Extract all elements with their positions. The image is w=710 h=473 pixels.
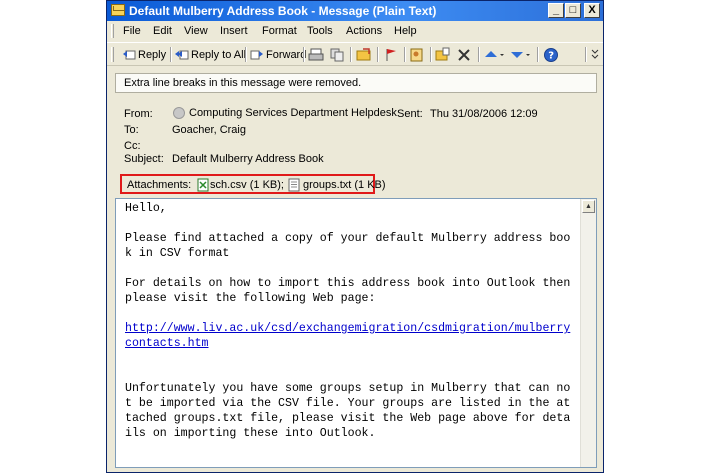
menu-insert[interactable]: Insert: [220, 25, 248, 37]
info-bar[interactable]: Extra line breaks in this message were r…: [115, 73, 597, 93]
menu-view[interactable]: View: [184, 25, 208, 37]
cc-label: Cc:: [124, 140, 141, 152]
toolbar-separator: [350, 47, 352, 62]
address-book-button[interactable]: [409, 46, 425, 63]
subject-value: Default Mulberry Address Book: [172, 153, 324, 165]
from-name: Computing Services Department Helpdesk: [189, 107, 397, 119]
envelope-icon: [111, 4, 125, 16]
help-icon: ?: [544, 47, 558, 62]
restore-button[interactable]: □: [565, 3, 581, 18]
previous-item-button[interactable]: [484, 46, 506, 63]
toolbar-separator: [430, 47, 432, 62]
message-body[interactable]: Hello, Please find attached a copy of yo…: [115, 198, 597, 468]
csv-file-icon: [197, 178, 209, 192]
reply-icon: [122, 48, 136, 62]
toolbar-grip[interactable]: [111, 47, 114, 62]
move-to-folder-button[interactable]: [356, 46, 372, 63]
presence-icon: [173, 107, 185, 119]
copy-button[interactable]: [329, 46, 345, 63]
message-body-text: Hello, Please find attached a copy of yo…: [125, 201, 577, 441]
attachment-csv-name: sch.csv (1 KB);: [210, 179, 284, 191]
reply-all-label: Reply to All: [191, 48, 247, 61]
scroll-up-arrow[interactable]: ▲: [582, 200, 595, 213]
toolbar-separator: [245, 47, 247, 62]
to-label: To:: [124, 124, 139, 136]
forward-label: Forward: [266, 48, 307, 61]
menu-edit[interactable]: Edit: [153, 25, 172, 37]
sent-value: Thu 31/08/2006 12:09: [430, 108, 538, 120]
message-window: Default Mulberry Address Book - Message …: [106, 0, 604, 473]
body-paragraph: Please find attached a copy of your defa…: [125, 232, 571, 260]
menu-bar: File Edit View Insert Format Tools Actio…: [107, 21, 603, 41]
help-button[interactable]: ?: [543, 46, 559, 63]
attachment-txt-name: groups.txt (1 KB): [303, 179, 386, 191]
flag-icon: [386, 48, 396, 61]
standard-toolbar: Reply Reply to All Forward ?: [107, 42, 603, 66]
body-paragraph: For details on how to import this addres…: [125, 277, 578, 305]
printer-icon: [308, 48, 324, 60]
reply-all-icon: [175, 48, 189, 62]
flag-button[interactable]: [383, 46, 399, 63]
to-value[interactable]: Goacher, Craig: [172, 124, 246, 136]
attachments-highlight: Attachments: sch.csv (1 KB); groups.txt …: [120, 174, 386, 194]
next-item-button[interactable]: [510, 46, 532, 63]
text-file-icon: [288, 178, 300, 192]
delete-button[interactable]: [456, 46, 472, 63]
toolbar-options-button[interactable]: [591, 46, 599, 63]
reply-button[interactable]: Reply: [122, 46, 166, 63]
from-label: From:: [124, 108, 153, 120]
menu-tools[interactable]: Tools: [307, 25, 333, 37]
up-arrow-icon: [485, 50, 504, 57]
forward-icon: [250, 48, 264, 62]
toolbar-separator: [404, 47, 406, 62]
body-paragraph: Unfortunately you have some groups setup…: [125, 382, 571, 440]
sent-label: Sent:: [397, 108, 423, 120]
title-bar[interactable]: Default Mulberry Address Book - Message …: [107, 1, 603, 21]
address-book-icon: [410, 48, 423, 61]
window-title: Default Mulberry Address Book - Message …: [129, 4, 437, 18]
forward-button[interactable]: Forward: [250, 46, 306, 63]
attachments-label: Attachments:: [127, 179, 192, 191]
down-arrow-icon: [511, 51, 530, 58]
attachment-csv[interactable]: sch.csv (1 KB);: [197, 178, 284, 192]
toolbar-options-icon: [591, 49, 599, 59]
reply-all-button[interactable]: Reply to All: [175, 46, 246, 63]
toolbar-separator: [377, 47, 379, 62]
minimize-button[interactable]: _: [548, 3, 564, 18]
copy-icon: [330, 48, 344, 61]
from-value[interactable]: Computing Services Department Helpdesk: [172, 106, 397, 120]
print-button[interactable]: [308, 46, 324, 63]
find-button[interactable]: [435, 46, 451, 63]
svg-text:?: ?: [548, 50, 554, 61]
toolbar-separator: [585, 47, 587, 62]
web-page-link[interactable]: http://www.liv.ac.uk/csd/exchangemigrati…: [125, 322, 570, 350]
menu-help[interactable]: Help: [394, 25, 417, 37]
move-folder-icon: [356, 47, 371, 60]
toolbar-separator: [303, 47, 305, 62]
folder-search-icon: [435, 47, 450, 60]
menu-grip[interactable]: [111, 24, 114, 38]
toolbar-separator: [170, 47, 172, 62]
reply-label: Reply: [138, 48, 167, 61]
menu-format[interactable]: Format: [262, 25, 297, 37]
menu-actions[interactable]: Actions: [346, 25, 382, 37]
toolbar-separator: [478, 47, 480, 62]
toolbar-separator: [537, 47, 539, 62]
subject-label: Subject:: [124, 153, 164, 165]
delete-icon: [458, 48, 470, 61]
close-button[interactable]: X: [584, 3, 600, 18]
vertical-scrollbar[interactable]: ▲: [580, 199, 596, 467]
menu-file[interactable]: File: [123, 25, 141, 37]
attachment-txt[interactable]: groups.txt (1 KB): [288, 178, 386, 192]
body-greeting: Hello,: [125, 202, 167, 215]
